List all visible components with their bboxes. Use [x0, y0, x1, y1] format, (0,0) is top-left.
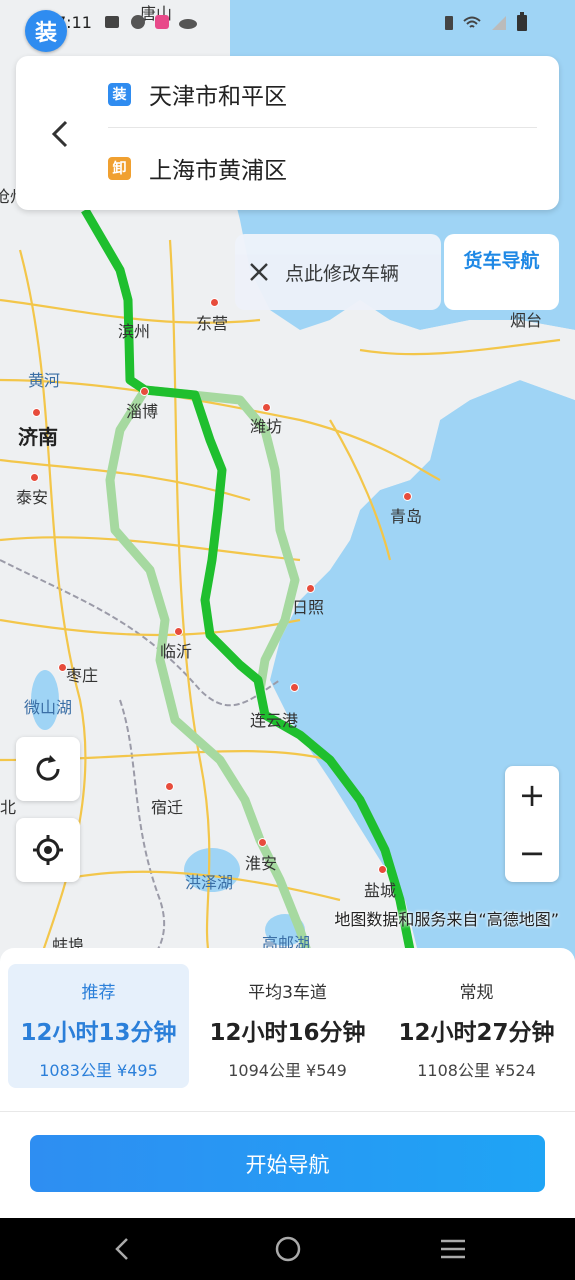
nav-back-icon: [115, 1238, 128, 1260]
map-label: 日照: [292, 598, 325, 617]
back-icon: [51, 120, 68, 148]
nav-back-button[interactable]: [102, 1230, 142, 1268]
city-marker: [140, 387, 149, 396]
city-marker: [32, 408, 41, 417]
city-marker: [306, 584, 315, 593]
map-label: 泰安: [16, 488, 49, 507]
cloud-icon: [179, 19, 197, 29]
modify-vehicle-label: 点此修改车辆: [285, 262, 400, 285]
zoom-control: + −: [505, 766, 559, 882]
unload-tag: 卸: [108, 156, 131, 180]
locate-button[interactable]: [16, 818, 80, 882]
map-label: 淄博: [126, 402, 159, 421]
map-label: 黄河: [28, 371, 61, 390]
map-label: 临沂: [160, 642, 193, 661]
destination-row[interactable]: 卸 上海市黄浦区: [108, 138, 287, 198]
signal-icon: [492, 16, 506, 30]
map-label: 济南: [18, 425, 58, 449]
locate-icon: [33, 835, 63, 865]
status-bar: 7:11 装: [0, 0, 575, 52]
map-attribution: 地图数据和服务来自“高德地图”: [334, 910, 559, 929]
nav-home-icon: [275, 1236, 301, 1262]
back-button[interactable]: [46, 114, 76, 154]
origin-text: 天津市和平区: [149, 84, 287, 110]
city-marker: [30, 473, 39, 482]
city-marker: [258, 838, 267, 847]
zoom-out-button[interactable]: −: [519, 824, 546, 882]
route-meta: 1108公里 ¥524: [417, 1061, 536, 1080]
map-label: 滨州: [118, 322, 151, 341]
divider: [0, 1111, 575, 1112]
truck-nav-label: 货车导航: [463, 250, 540, 272]
route-sheet: 推荐 12小时13分钟 1083公里 ¥495 平均3车道 12小时16分钟 1…: [0, 948, 575, 1218]
route-duration: 12小时13分钟: [20, 1020, 177, 1046]
route-option-3lane[interactable]: 平均3车道 12小时16分钟 1094公里 ¥549: [197, 964, 378, 1088]
load-tag: 装: [108, 82, 131, 106]
map-label: 青岛: [390, 507, 423, 526]
battery-icon: [517, 12, 527, 31]
vibrate-icon: [445, 16, 453, 30]
city-marker: [262, 403, 271, 412]
city-marker: [378, 865, 387, 874]
city-marker: [174, 627, 183, 636]
route-name: 平均3车道: [248, 983, 327, 1003]
close-icon[interactable]: [247, 260, 271, 284]
city-marker: [165, 782, 174, 791]
map-label: 宿迁: [151, 798, 184, 817]
origin-row[interactable]: 装 天津市和平区: [108, 64, 287, 124]
zoom-in-button[interactable]: +: [519, 766, 546, 824]
map-label: 东营: [196, 314, 229, 333]
notification-icon: [131, 15, 145, 29]
system-nav-bar: [0, 1218, 575, 1280]
nav-home-button[interactable]: [268, 1230, 308, 1268]
route-duration: 12小时27分钟: [398, 1020, 555, 1046]
map-label: 潍坊: [250, 417, 283, 436]
nav-menu-icon: [441, 1239, 465, 1259]
refresh-button[interactable]: [16, 737, 80, 801]
map-label: 北: [0, 798, 17, 817]
start-navigation-button[interactable]: 开始导航: [30, 1135, 545, 1192]
destination-text: 上海市黄浦区: [149, 158, 287, 184]
city-marker: [290, 683, 299, 692]
map-label: 洪泽湖: [185, 873, 234, 892]
map-label: 微山湖: [24, 698, 73, 717]
route-meta: 1094公里 ¥549: [228, 1061, 347, 1080]
route-duration: 12小时16分钟: [209, 1020, 366, 1046]
route-option-normal[interactable]: 常规 12小时27分钟 1108公里 ¥524: [386, 964, 567, 1088]
map-label: 烟台: [510, 311, 543, 330]
route-name: 常规: [459, 983, 494, 1003]
route-option-recommended[interactable]: 推荐 12小时13分钟 1083公里 ¥495: [8, 964, 189, 1088]
nav-menu-button[interactable]: [433, 1230, 473, 1268]
map-label: 盐城: [364, 881, 397, 900]
refresh-icon: [36, 755, 60, 781]
address-card: 装 天津市和平区 卸 上海市黄浦区: [16, 56, 559, 210]
city-marker: [403, 492, 412, 501]
route-name: 推荐: [81, 983, 116, 1003]
route-meta: 1083公里 ¥495: [39, 1061, 158, 1080]
divider: [108, 127, 537, 128]
notification-icon: [105, 16, 119, 28]
map-label: 淮安: [245, 854, 278, 873]
map-label: 枣庄: [66, 666, 99, 685]
wifi-icon: [463, 16, 481, 28]
modify-vehicle-button[interactable]: 点此修改车辆: [235, 234, 441, 310]
truck-nav-button[interactable]: 货车导航: [444, 234, 559, 310]
map-label: 连云港: [250, 711, 299, 730]
city-marker: [210, 298, 219, 307]
notification-icon: [155, 15, 169, 29]
app-badge[interactable]: 装: [25, 10, 67, 52]
